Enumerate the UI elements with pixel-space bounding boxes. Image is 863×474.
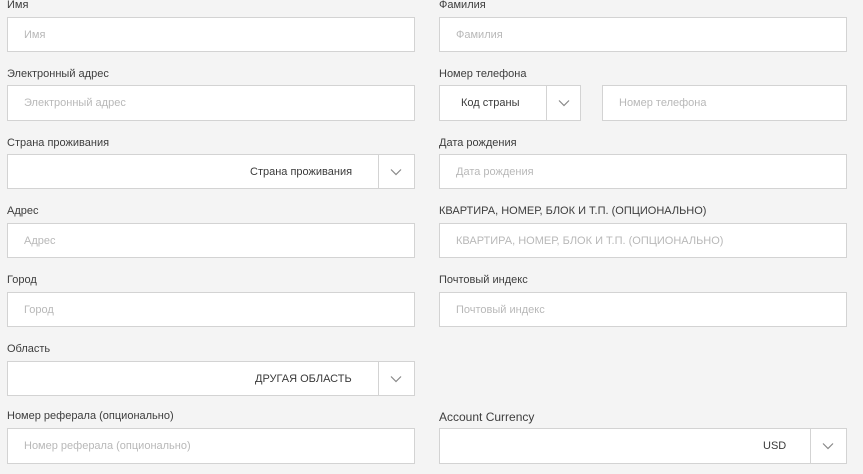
region-select[interactable]: ДРУГАЯ ОБЛАСТЬ xyxy=(7,361,415,396)
chevron-down-icon[interactable] xyxy=(810,429,846,463)
postal-code-field[interactable] xyxy=(439,292,847,327)
birth-date-field[interactable] xyxy=(439,154,847,189)
region-value: ДРУГАЯ ОБЛАСТЬ xyxy=(255,372,352,385)
country-label: Страна проживания xyxy=(7,137,110,149)
referral-field[interactable] xyxy=(7,428,415,464)
last-name-field[interactable] xyxy=(439,17,847,52)
birth-date-input[interactable] xyxy=(440,155,846,188)
phone-input[interactable] xyxy=(603,86,846,120)
first-name-field[interactable] xyxy=(7,17,415,52)
phone-field[interactable] xyxy=(602,85,847,121)
currency-label: Account Currency xyxy=(439,410,535,424)
country-code-select[interactable]: Код страны xyxy=(439,85,581,121)
referral-label: Номер реферала (опционально) xyxy=(7,410,174,422)
birth-date-label: Дата рождения xyxy=(439,137,517,149)
apartment-input[interactable] xyxy=(440,224,846,257)
chevron-down-icon[interactable] xyxy=(378,155,414,188)
address-input[interactable] xyxy=(8,224,414,257)
chevron-down-icon[interactable] xyxy=(546,86,582,120)
chevron-down-icon[interactable] xyxy=(378,362,414,395)
country-code-value: Код страны xyxy=(461,97,520,109)
city-label: Город xyxy=(7,274,37,286)
phone-label: Номер телефона xyxy=(439,68,527,80)
postal-code-input[interactable] xyxy=(440,293,846,326)
referral-input[interactable] xyxy=(8,429,414,463)
postal-code-label: Почтовый индекс xyxy=(439,274,528,286)
address-field[interactable] xyxy=(7,223,415,258)
first-name-input[interactable] xyxy=(8,18,414,51)
last-name-label: Фамилия xyxy=(439,0,486,11)
apartment-field[interactable] xyxy=(439,223,847,258)
address-label: Адрес xyxy=(7,205,39,217)
last-name-input[interactable] xyxy=(440,18,846,51)
currency-select[interactable]: USD xyxy=(439,428,847,464)
region-label: Область xyxy=(7,343,51,355)
first-name-label: Имя xyxy=(7,0,29,11)
country-value: Страна проживания xyxy=(250,165,353,178)
email-label: Электронный адрес xyxy=(7,68,109,80)
city-input[interactable] xyxy=(8,293,414,326)
apartment-label: КВАРТИРА, НОМЕР, БЛОК И Т.П. (ОПЦИОНАЛЬН… xyxy=(439,205,707,217)
country-select[interactable]: Страна проживания xyxy=(7,154,415,189)
email-input[interactable] xyxy=(8,86,414,120)
city-field[interactable] xyxy=(7,292,415,327)
email-field[interactable] xyxy=(7,85,415,121)
currency-value: USD xyxy=(763,440,787,452)
